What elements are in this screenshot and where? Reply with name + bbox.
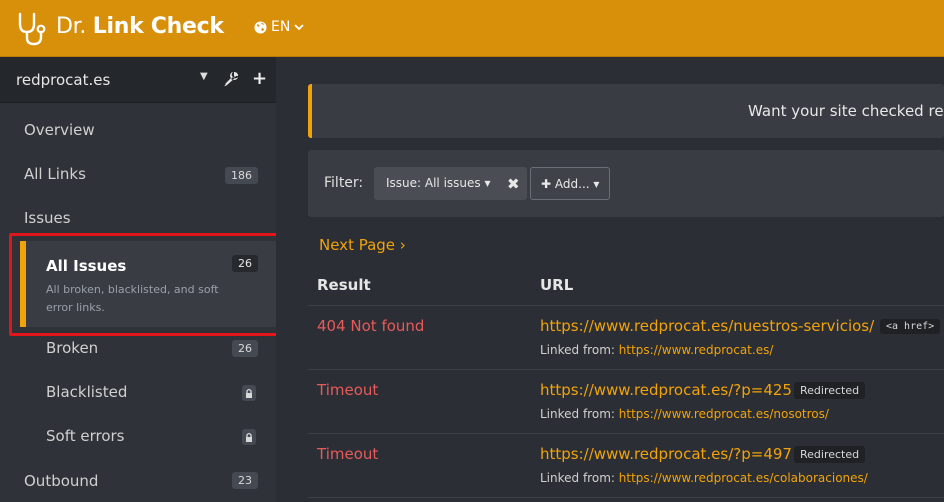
add-site-icon[interactable]: + xyxy=(252,70,267,88)
redirected-badge: Redirected xyxy=(794,382,866,399)
brand-logo[interactable]: Dr. Link Check xyxy=(56,14,224,39)
sidebar-item-soft-errors[interactable]: Soft errors xyxy=(0,427,276,451)
row-divider xyxy=(308,497,944,498)
count-badge: 186 xyxy=(225,167,258,184)
linked-from-label: Linked from: xyxy=(540,407,615,421)
chevron-down-icon xyxy=(294,24,304,31)
sidebar-item-label: Broken xyxy=(46,339,99,357)
filter-label: Filter: xyxy=(324,175,364,191)
result-status: Timeout xyxy=(317,381,379,399)
brand-name: Link Check xyxy=(92,14,224,39)
sidebar-item-overview[interactable]: Overview xyxy=(0,121,276,145)
lock-icon xyxy=(242,385,256,401)
issue-filter-chip[interactable]: Issue: All issues ▾ ✖ xyxy=(374,167,527,200)
filter-bar: Filter: Issue: All issues ▾ ✖ ✚ Add... ▾ xyxy=(308,150,944,217)
site-selector[interactable]: redprocat.es ▼ + xyxy=(0,57,276,103)
issue-url-link[interactable]: https://www.redprocat.es/?p=497 xyxy=(540,445,792,463)
linked-from: Linked from: https://www.redprocat.es/co… xyxy=(540,471,868,485)
sidebar-item-label: Blacklisted xyxy=(46,383,128,401)
count-badge: 26 xyxy=(232,340,258,357)
banner-text: Want your site checked reg xyxy=(748,102,944,120)
row-divider xyxy=(308,433,944,434)
linked-from-label: Linked from: xyxy=(540,343,615,357)
linked-from-link[interactable]: https://www.redprocat.es/colaboraciones/ xyxy=(619,471,868,485)
sidebar-item-label: Overview xyxy=(24,121,95,139)
language-label: EN xyxy=(271,19,291,35)
next-page-link[interactable]: Next Page › xyxy=(319,236,406,254)
redirected-badge: Redirected xyxy=(794,446,866,463)
sidebar-item-label: Soft errors xyxy=(46,427,125,445)
globe-icon xyxy=(254,20,267,34)
sidebar-item-label: Issues xyxy=(24,209,71,227)
caret-down-icon[interactable]: ▼ xyxy=(200,71,208,82)
sidebar-item-outbound[interactable]: Outbound 23 xyxy=(0,472,276,496)
add-filter-label: ✚ Add... ▾ xyxy=(541,177,600,191)
column-header-url[interactable]: URL xyxy=(540,276,573,294)
top-header: Dr. Link Check EN xyxy=(0,0,944,57)
linked-from-label: Linked from: xyxy=(540,471,615,485)
issue-url-link[interactable]: https://www.redprocat.es/?p=425 xyxy=(540,381,792,399)
issue-url-link[interactable]: https://www.redprocat.es/nuestros-servic… xyxy=(540,317,874,335)
sidebar-item-label: Outbound xyxy=(24,472,99,490)
linked-from-link[interactable]: https://www.redprocat.es/ xyxy=(619,343,774,357)
source-tag-badge: <a href> xyxy=(880,319,941,334)
promo-banner[interactable]: Want your site checked reg xyxy=(308,84,944,138)
remove-filter-icon[interactable]: ✖ xyxy=(507,175,520,193)
main-content: Want your site checked reg Filter: Issue… xyxy=(276,57,944,502)
row-divider xyxy=(308,369,944,370)
sidebar-item-issues[interactable]: Issues xyxy=(0,209,276,233)
linked-from: Linked from: https://www.redprocat.es/ xyxy=(540,343,773,357)
linked-from-link[interactable]: https://www.redprocat.es/nosotros/ xyxy=(619,407,829,421)
wrench-icon[interactable] xyxy=(223,71,239,87)
sidebar-item-broken[interactable]: Broken 26 xyxy=(0,339,276,363)
result-status: 404 Not found xyxy=(317,317,425,335)
site-name: redprocat.es xyxy=(16,71,111,89)
lock-icon xyxy=(242,429,256,445)
add-filter-button[interactable]: ✚ Add... ▾ xyxy=(530,167,610,200)
language-selector[interactable]: EN xyxy=(254,19,304,35)
stethoscope-icon xyxy=(18,12,46,46)
filter-chip-label: Issue: All issues ▾ xyxy=(386,176,491,190)
brand-prefix: Dr. xyxy=(56,14,87,39)
row-divider xyxy=(308,305,944,306)
sidebar: redprocat.es ▼ + Overview All Links 186 … xyxy=(0,57,279,502)
sidebar-item-all-links[interactable]: All Links 186 xyxy=(0,165,276,189)
sidebar-item-blacklisted[interactable]: Blacklisted xyxy=(0,383,276,407)
result-status: Timeout xyxy=(317,445,379,463)
column-header-result[interactable]: Result xyxy=(317,276,371,294)
sidebar-item-label: All Links xyxy=(24,165,86,183)
count-badge: 23 xyxy=(232,472,258,489)
highlight-annotation xyxy=(9,233,279,336)
linked-from: Linked from: https://www.redprocat.es/no… xyxy=(540,407,829,421)
plus-icon: ✚ xyxy=(541,177,552,191)
